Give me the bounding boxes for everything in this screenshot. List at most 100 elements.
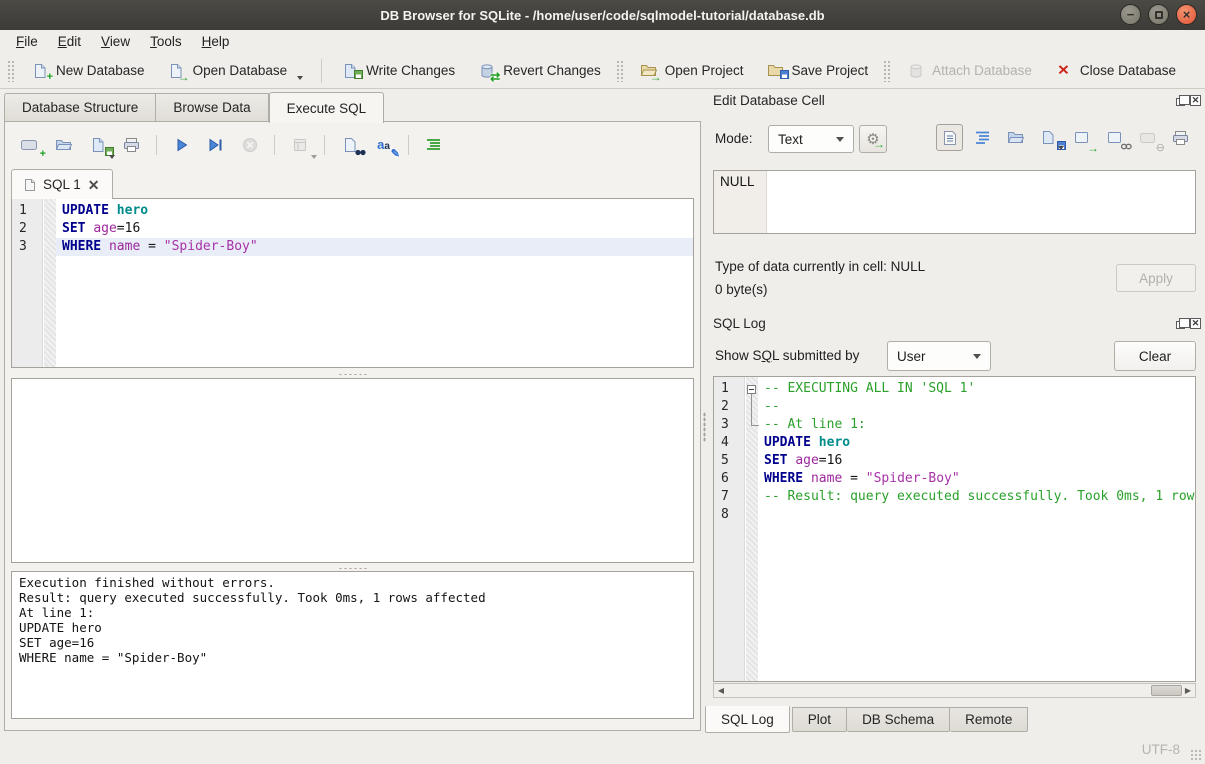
set-null-button[interactable]: ⊖: [1134, 124, 1161, 151]
tab-browse-data[interactable]: Browse Data: [156, 93, 268, 122]
save-results-button[interactable]: [287, 132, 312, 157]
code-line[interactable]: 4UPDATE hero: [714, 434, 1195, 452]
log-horizontal-scrollbar[interactable]: ◀ ▶: [713, 683, 1196, 698]
format-sql-button[interactable]: [421, 132, 446, 157]
execute-sql-panel: +: [4, 121, 701, 731]
minimize-button[interactable]: −: [1120, 4, 1141, 25]
execute-current-line-button[interactable]: [203, 132, 228, 157]
save-sql-file-button[interactable]: [85, 132, 110, 157]
close-button[interactable]: ×: [1176, 4, 1197, 25]
save-results-dropdown-arrow[interactable]: [311, 155, 317, 159]
menu-tools[interactable]: Tools: [140, 32, 192, 51]
results-pane[interactable]: [11, 378, 694, 563]
dock-tab-remote[interactable]: Remote: [950, 707, 1028, 732]
find-in-sql-button[interactable]: [337, 132, 362, 157]
clear-log-button[interactable]: Clear: [1114, 341, 1196, 371]
menu-edit[interactable]: Edit: [48, 32, 91, 51]
vertical-splitter[interactable]: [701, 122, 708, 731]
execute-all-button[interactable]: [169, 132, 194, 157]
maximize-button[interactable]: [1148, 4, 1169, 25]
apply-mode-button[interactable]: ⚙ →: [859, 125, 887, 153]
mode-combobox[interactable]: Text: [768, 125, 854, 153]
code-line[interactable]: 2--: [714, 398, 1195, 416]
open-database-button[interactable]: → Open Database: [156, 56, 315, 86]
save-project-button[interactable]: Save Project: [755, 56, 880, 86]
menu-file[interactable]: File: [6, 32, 48, 51]
scroll-right-arrow[interactable]: ▶: [1181, 684, 1195, 697]
dock-tab-sql-log[interactable]: SQL Log: [705, 706, 790, 733]
menu-help[interactable]: Help: [192, 32, 240, 51]
toolbar-grip[interactable]: [883, 60, 891, 82]
close-panel-icon[interactable]: ✕: [1190, 95, 1201, 106]
close-panel-icon[interactable]: ✕: [1190, 318, 1201, 329]
code-line[interactable]: 3WHERE name = "Spider-Boy": [12, 238, 693, 256]
statusbar: UTF-8: [0, 735, 1205, 764]
code-line[interactable]: 3-- At line 1:: [714, 416, 1195, 434]
float-panel-icon[interactable]: [1176, 321, 1185, 329]
toolbar-grip[interactable]: [7, 60, 15, 82]
code-line[interactable]: 7-- Result: query executed successfully.…: [714, 488, 1195, 506]
print-cell-button[interactable]: [1167, 124, 1194, 151]
code-line[interactable]: 1-- EXECUTING ALL IN 'SQL 1': [714, 380, 1195, 398]
attach-database-button[interactable]: Attach Database: [895, 56, 1043, 86]
stop-execution-button[interactable]: [237, 132, 262, 157]
sql-document-tab[interactable]: SQL 1 ✕: [11, 169, 113, 199]
open-database-dropdown-arrow[interactable]: [297, 76, 303, 80]
cell-editor-text-area[interactable]: [767, 171, 1195, 233]
close-sql-tab-icon[interactable]: ✕: [88, 178, 100, 192]
text-mode-toggle[interactable]: [936, 124, 963, 151]
encoding-indicator[interactable]: UTF-8: [1142, 742, 1180, 757]
code-line[interactable]: 1UPDATE hero: [12, 202, 693, 220]
menu-view[interactable]: View: [91, 32, 140, 51]
tab-database-structure[interactable]: Database Structure: [4, 93, 156, 122]
open-sql-tab-button[interactable]: +: [17, 132, 42, 157]
close-database-button[interactable]: × Close Database: [1043, 56, 1187, 86]
open-in-external-button[interactable]: →: [1068, 124, 1095, 151]
open-project-button[interactable]: → Open Project: [628, 56, 755, 86]
fold-margin-cell: [746, 470, 758, 488]
word-wrap-button[interactable]: [969, 124, 996, 151]
log-filter-label: Show SQL submitted by: [715, 348, 859, 363]
horizontal-splitter[interactable]: [11, 371, 694, 377]
apply-button[interactable]: Apply: [1116, 264, 1196, 292]
code-line[interactable]: 2SET age=16: [12, 220, 693, 238]
app-window: DB Browser for SQLite - /home/user/code/…: [0, 0, 1205, 764]
output-line: UPDATE hero: [19, 620, 686, 635]
save-project-icon: [766, 62, 785, 80]
dock-tab-plot[interactable]: Plot: [792, 707, 847, 732]
code-line[interactable]: 5SET age=16: [714, 452, 1195, 470]
import-cell-data-button[interactable]: [1002, 124, 1029, 151]
float-panel-icon[interactable]: [1176, 98, 1185, 106]
save-sql-dropdown-arrow[interactable]: [109, 155, 115, 159]
code-text: SET age=16: [56, 220, 693, 238]
write-changes-button[interactable]: Write Changes: [329, 56, 466, 86]
resize-grip[interactable]: [1190, 749, 1202, 761]
fold-guide-line: [751, 425, 759, 426]
print-sql-button[interactable]: [119, 132, 144, 157]
log-filter-combobox[interactable]: User: [887, 341, 991, 371]
revert-changes-button[interactable]: ⇄ Revert Changes: [466, 56, 612, 86]
code-line[interactable]: 8: [714, 506, 1195, 524]
export-dropdown-arrow[interactable]: [1058, 146, 1064, 150]
export-cell-data-button[interactable]: [1035, 124, 1062, 151]
new-database-button[interactable]: + New Database: [19, 56, 156, 86]
toolbar-separator: [274, 135, 275, 155]
tab-execute-sql[interactable]: Execute SQL: [269, 92, 385, 123]
cell-value-editor[interactable]: NULL: [713, 170, 1196, 234]
fold-margin-cell: [746, 452, 758, 470]
copy-link-button[interactable]: [1101, 124, 1128, 151]
code-line[interactable]: 6WHERE name = "Spider-Boy": [714, 470, 1195, 488]
titlebar[interactable]: DB Browser for SQLite - /home/user/code/…: [0, 0, 1205, 30]
open-sql-file-button[interactable]: [51, 132, 76, 157]
toolbar-grip[interactable]: [616, 60, 624, 82]
auto-completion-button[interactable]: aa ✎: [371, 132, 396, 157]
fold-margin-cell: [746, 398, 758, 416]
attach-database-icon: [906, 62, 925, 80]
dock-tab-db-schema[interactable]: DB Schema: [847, 707, 950, 732]
scrollbar-thumb[interactable]: [1151, 685, 1182, 696]
line-number: 4: [714, 434, 746, 452]
scroll-left-arrow[interactable]: ◀: [714, 684, 728, 697]
sql-editor[interactable]: 1UPDATE hero2SET age=163WHERE name = "Sp…: [11, 198, 694, 368]
fold-collapse-icon[interactable]: [747, 385, 756, 394]
sql-log-view[interactable]: 1-- EXECUTING ALL IN 'SQL 1'2--3-- At li…: [713, 376, 1196, 682]
